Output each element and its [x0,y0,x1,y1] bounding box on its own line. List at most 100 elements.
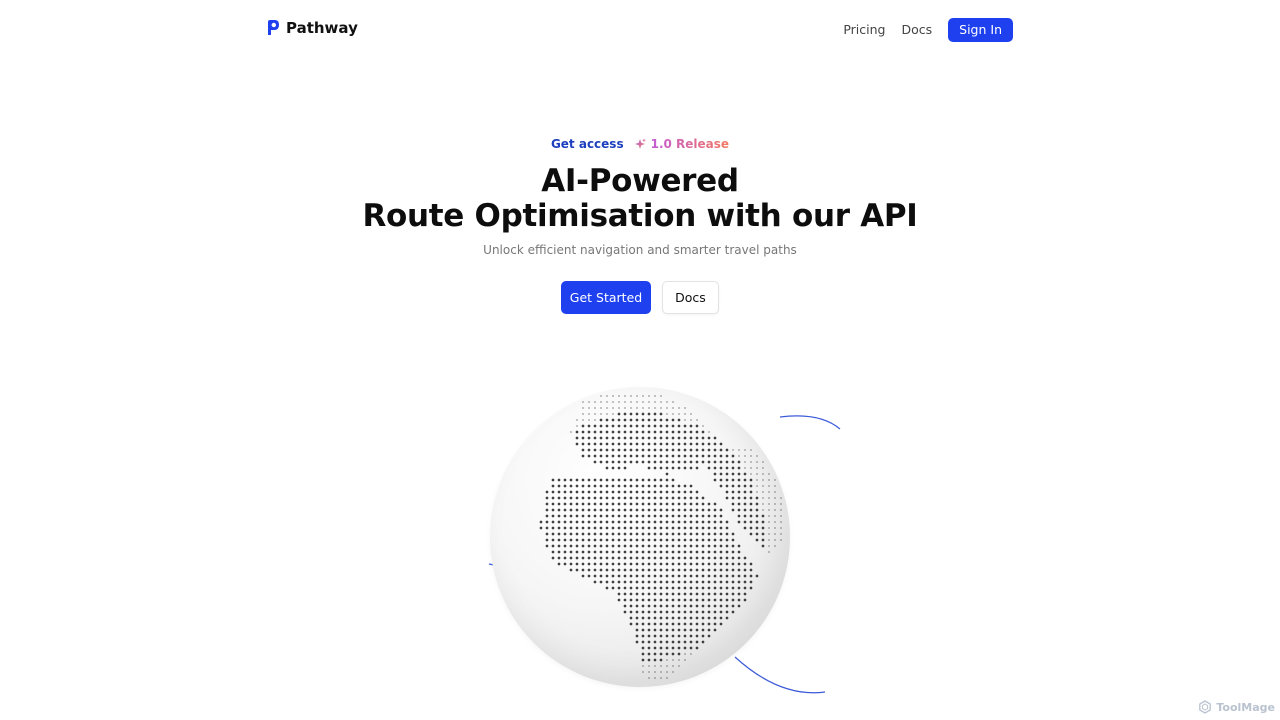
globe-dot [684,653,686,655]
globe-dot [719,556,723,560]
globe-dot [605,586,609,590]
globe-dot [683,454,687,458]
globe-dot [617,544,621,548]
globe-dot [653,514,657,518]
globe-dot [707,622,711,626]
release-badge[interactable]: 1.0 Release [634,137,729,151]
globe-dot [659,568,663,572]
globe-dot [713,574,717,578]
globe-dot [780,533,782,535]
globe-dot [659,598,663,602]
globe-dot [593,442,597,446]
globe-dot [599,532,603,536]
globe-dot [737,550,741,554]
globe-dot [731,556,735,560]
get-started-button[interactable]: Get Started [561,281,651,314]
globe-dot [605,448,609,452]
globe-dot [695,454,699,458]
globe-dot [665,568,669,572]
globe-dot [605,454,609,458]
globe-dot [731,472,735,476]
globe-dot [647,430,651,434]
nav-link-pricing[interactable]: Pricing [843,18,885,42]
globe-dot [677,454,681,458]
globe-dot [689,544,693,548]
globe-dot [683,634,687,638]
globe-dot [593,526,597,530]
globe-dot [737,568,741,572]
globe-dot [684,407,686,409]
globe-dot [648,677,650,679]
globe-dot [654,407,656,409]
sign-in-button[interactable]: Sign In [948,18,1013,42]
globe-dot [641,418,645,422]
globe-dot [635,436,639,440]
globe-dot [647,562,651,566]
globe-dot [713,622,717,626]
globe-dot [593,568,597,572]
globe-dot [635,484,639,488]
globe-dot [677,436,681,440]
globe-dot [569,496,573,500]
globe-dot [605,538,609,542]
globe-dot [677,424,681,428]
globe-dot [671,538,675,542]
globe-dot [641,640,645,644]
globe-dot [701,568,705,572]
globe-dot [575,550,579,554]
globe-dot [768,479,770,481]
globe-dot [725,610,729,614]
globe-dot [617,592,621,596]
globe-dot [713,604,717,608]
globe-dot [707,598,711,602]
globe-dot [641,568,645,572]
globe-dot [731,610,735,614]
globe-dot [677,508,681,512]
globe-dot [635,526,639,530]
globe-dot [642,665,644,667]
globe-dot [725,478,729,482]
globe-dot [707,610,711,614]
globe-dot [666,665,668,667]
globe-dot [605,490,609,494]
globe-dot [617,568,621,572]
globe-dot [635,502,639,506]
globe-dot [557,550,561,554]
globe-dot [743,586,747,590]
globe-dot [671,442,675,446]
globe-dot [689,610,693,614]
globe-dot [671,592,675,596]
globe-dot [653,484,657,488]
globe-dot [683,424,687,428]
globe-dot [755,514,759,518]
brand-logo-link[interactable]: Pathway [266,19,358,37]
nav-link-docs[interactable]: Docs [901,18,932,42]
globe-dot [587,526,591,530]
globe-dot [654,665,656,667]
globe-dot [708,431,710,433]
globe-dot [695,616,699,620]
globe-dot [582,401,584,403]
globe-dot [665,520,669,524]
globe-dot [768,473,770,475]
globe-dot [617,562,621,566]
globe-dot [551,478,555,482]
globe-dot [659,520,663,524]
globe-dot [611,526,615,530]
globe-dot [671,520,675,524]
globe-dot [701,640,705,644]
globe-dot [545,520,549,524]
globe-dot [557,526,561,530]
docs-button[interactable]: Docs [662,281,719,314]
globe-dot [599,538,603,542]
globe-dot [719,622,723,626]
globe-dot [581,532,585,536]
get-access-link[interactable]: Get access [551,137,624,151]
globe-dot [629,526,633,530]
globe-dot [707,448,711,452]
globe-dot [624,401,626,403]
globe-dot [671,550,675,554]
globe-dot [761,538,765,542]
globe-dot [689,550,693,554]
globe-dot [647,580,651,584]
